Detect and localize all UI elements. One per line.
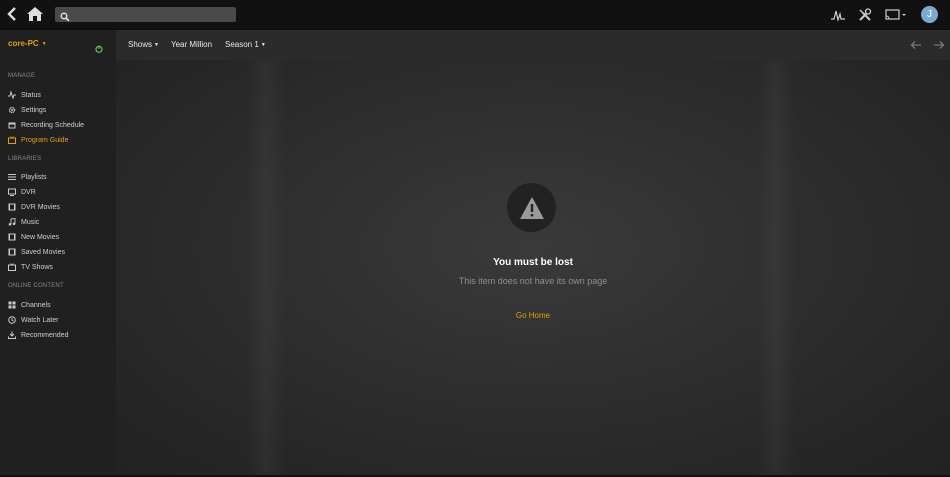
sidebar-item-music[interactable]: Music (8, 216, 39, 228)
chevron-down-icon: ▼ (260, 41, 266, 48)
sidebar-item-dvr[interactable]: DVR (8, 186, 36, 198)
sidebar-item-label: TV Shows (21, 263, 53, 271)
chevron-down-icon: ▼ (41, 40, 47, 47)
sidebar-item-label: Playlists (21, 173, 47, 181)
sidebar-item-status[interactable]: Status (8, 89, 41, 101)
sidebar-item-recording-schedule[interactable]: Recording Schedule (8, 119, 84, 131)
sidebar-item-playlists[interactable]: Playlists (8, 171, 47, 183)
sidebar-item-label: Watch Later (21, 316, 59, 324)
activity-icon[interactable] (828, 0, 848, 29)
sidebar-item-label: Recording Schedule (21, 121, 85, 129)
film-icon (8, 248, 16, 256)
breadcrumb-shows[interactable]: Shows ▼ (128, 40, 159, 49)
chevron-down-icon: ▼ (154, 41, 159, 48)
sidebar-item-label: Program Guide (21, 136, 69, 144)
home-icon[interactable] (26, 5, 44, 23)
breadcrumb-label: Shows (128, 40, 153, 49)
go-home-link[interactable]: Go Home (116, 311, 950, 320)
sidebar-item-channels[interactable]: Channels (8, 299, 51, 311)
dvr-icon (8, 188, 16, 196)
error-title: You must be lost (493, 257, 573, 268)
music-icon (8, 218, 16, 226)
sidebar-item-program-guide[interactable]: Program Guide (8, 134, 68, 146)
server-selector[interactable]: core-PC ▼ (8, 39, 47, 48)
tools-icon[interactable] (855, 0, 875, 29)
arrow-left-icon[interactable] (910, 39, 922, 51)
manage-header: MANAGE (8, 73, 36, 79)
error-subtitle: This item does not have its own page (458, 276, 608, 286)
gear-icon (8, 106, 16, 114)
sidebar-item-label: Settings (21, 106, 47, 114)
top-bar: J (0, 0, 950, 30)
breadcrumb-title[interactable]: Year Million (171, 40, 212, 49)
sidebar-item-dvr-movies[interactable]: DVR Movies (8, 201, 60, 213)
online-content-header: ONLINE CONTENT (8, 283, 64, 289)
sidebar-item-label: Recommended (21, 331, 69, 339)
film-icon (8, 203, 16, 211)
sidebar: core-PC ▼ MANAGE Status Settings Recordi… (0, 30, 116, 477)
sidebar-item-settings[interactable]: Settings (8, 104, 46, 116)
sidebar-item-label: Music (21, 218, 40, 226)
avatar[interactable]: J (921, 6, 938, 23)
sidebar-item-new-movies[interactable]: New Movies (8, 231, 59, 243)
cast-icon[interactable] (884, 0, 908, 29)
sidebar-item-tv-shows[interactable]: TV Shows (8, 261, 53, 273)
sidebar-item-label: DVR (21, 188, 36, 196)
libraries-header: LIBRARIES (8, 156, 42, 162)
tv-guide-icon (8, 136, 16, 144)
breadcrumb: Shows ▼ Year Million Season 1 ▼ (116, 30, 950, 60)
server-name: core-PC (8, 39, 39, 48)
warning-icon (507, 183, 556, 232)
download-icon (8, 331, 16, 339)
arrow-right-icon[interactable] (933, 39, 945, 51)
search-input[interactable] (55, 7, 236, 22)
tv-icon (8, 263, 16, 271)
grid-icon (8, 301, 16, 309)
sidebar-item-label: DVR Movies (21, 203, 60, 211)
sidebar-item-label: Channels (21, 301, 51, 309)
sidebar-item-saved-movies[interactable]: Saved Movies (8, 246, 65, 258)
sidebar-item-watch-later[interactable]: Watch Later (8, 314, 58, 326)
film-icon (8, 233, 16, 241)
playlist-icon (8, 173, 16, 181)
server-status-icon (95, 40, 103, 53)
sidebar-item-label: Status (21, 91, 41, 99)
sidebar-item-recommended[interactable]: Recommended (8, 329, 68, 341)
sidebar-item-label: New Movies (21, 233, 60, 241)
breadcrumb-label: Season 1 (225, 40, 259, 49)
calendar-icon (8, 121, 16, 129)
clock-icon (8, 316, 16, 324)
breadcrumb-label: Year Million (171, 40, 213, 49)
breadcrumb-season[interactable]: Season 1 ▼ (225, 40, 266, 49)
back-arrow-icon[interactable] (4, 6, 20, 22)
sidebar-item-label: Saved Movies (21, 248, 65, 256)
search-icon (60, 9, 70, 22)
activity-icon (8, 91, 16, 99)
main-content: You must be lost This item does not have… (116, 60, 950, 475)
